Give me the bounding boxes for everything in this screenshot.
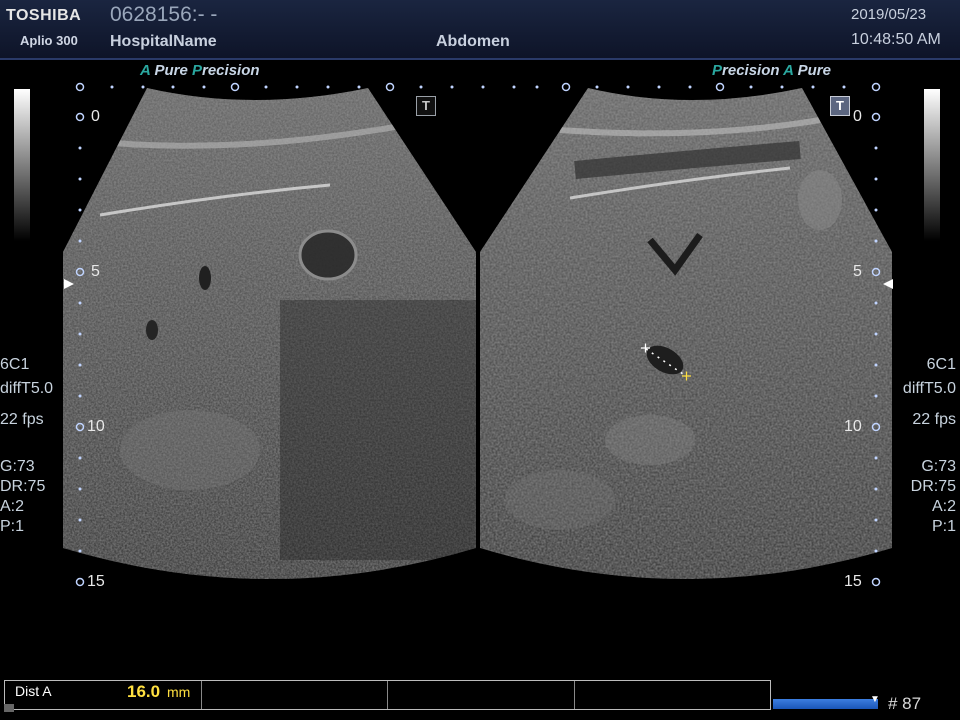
gain-value: G:73 [921, 458, 956, 475]
measurement-label: Dist A [15, 683, 52, 699]
a-value: A:2 [931, 498, 956, 515]
left-depth-15: 15 [87, 573, 105, 590]
measurement-cell-4[interactable] [574, 681, 770, 709]
status-indicator [4, 704, 14, 712]
measurement-value: 16.0 [127, 682, 161, 701]
frame-number: # 87 [888, 694, 922, 713]
left-t-button[interactable]: T [416, 96, 436, 116]
p-value: P:1 [0, 518, 25, 535]
right-depth-15: 15 [844, 573, 862, 590]
left-params-top: 6C1 diffT5.0 22 fps [0, 355, 53, 430]
gain-value: G:73 [0, 458, 35, 475]
filter-setting: diffT5.0 [902, 380, 956, 397]
measurement-cell-2[interactable] [201, 681, 388, 709]
right-ultrasound-image [480, 88, 892, 579]
dynamic-range: DR:75 [910, 478, 956, 495]
measurement-cell-1[interactable]: Dist A 16.0 mm [5, 681, 202, 709]
dynamic-range: DR:75 [0, 478, 46, 495]
left-ultrasound-image [63, 88, 476, 579]
measurement-unit: mm [167, 684, 191, 700]
right-depth-0: 0 [853, 108, 862, 125]
probe-name: 6C1 [926, 356, 956, 373]
left-depth-5: 5 [91, 263, 100, 280]
top-scale-dots [75, 82, 881, 92]
measurement-panel: Dist A 16.0 mm [4, 680, 771, 710]
left-depth-10: 10 [87, 418, 105, 435]
cine-progress-fill [773, 699, 878, 709]
right-params-bottom: G:73 DR:75 A:2 P:1 [880, 457, 956, 537]
right-params-top: 6C1 diffT5.0 22 fps [880, 355, 956, 430]
p-value: P:1 [931, 518, 956, 535]
left-depth-0: 0 [91, 108, 100, 125]
cine-position-marker[interactable]: ▼ [870, 694, 880, 705]
cine-progress-bar[interactable] [773, 699, 878, 709]
right-depth-5: 5 [853, 263, 862, 280]
a-value: A:2 [0, 498, 25, 515]
ultrasound-display [63, 82, 893, 587]
left-params-bottom: G:73 DR:75 A:2 P:1 [0, 457, 45, 537]
right-t-button[interactable]: T [830, 96, 850, 116]
measurement-cell-3[interactable] [387, 681, 575, 709]
probe-name: 6C1 [0, 356, 30, 373]
frame-rate: 22 fps [912, 411, 956, 428]
right-depth-10: 10 [844, 418, 862, 435]
frame-rate: 22 fps [0, 411, 44, 428]
filter-setting: diffT5.0 [0, 380, 54, 397]
